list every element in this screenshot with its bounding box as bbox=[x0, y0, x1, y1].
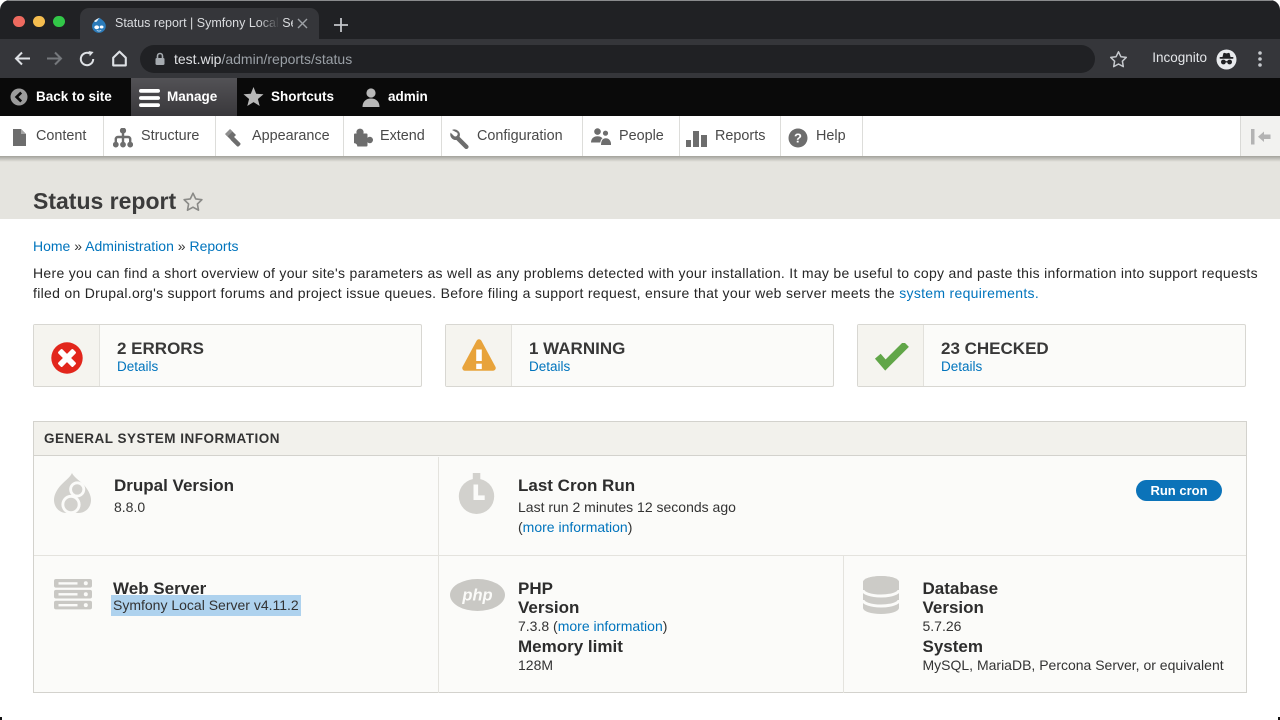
svg-text:php: php bbox=[461, 586, 492, 604]
svg-text:?: ? bbox=[794, 131, 802, 146]
